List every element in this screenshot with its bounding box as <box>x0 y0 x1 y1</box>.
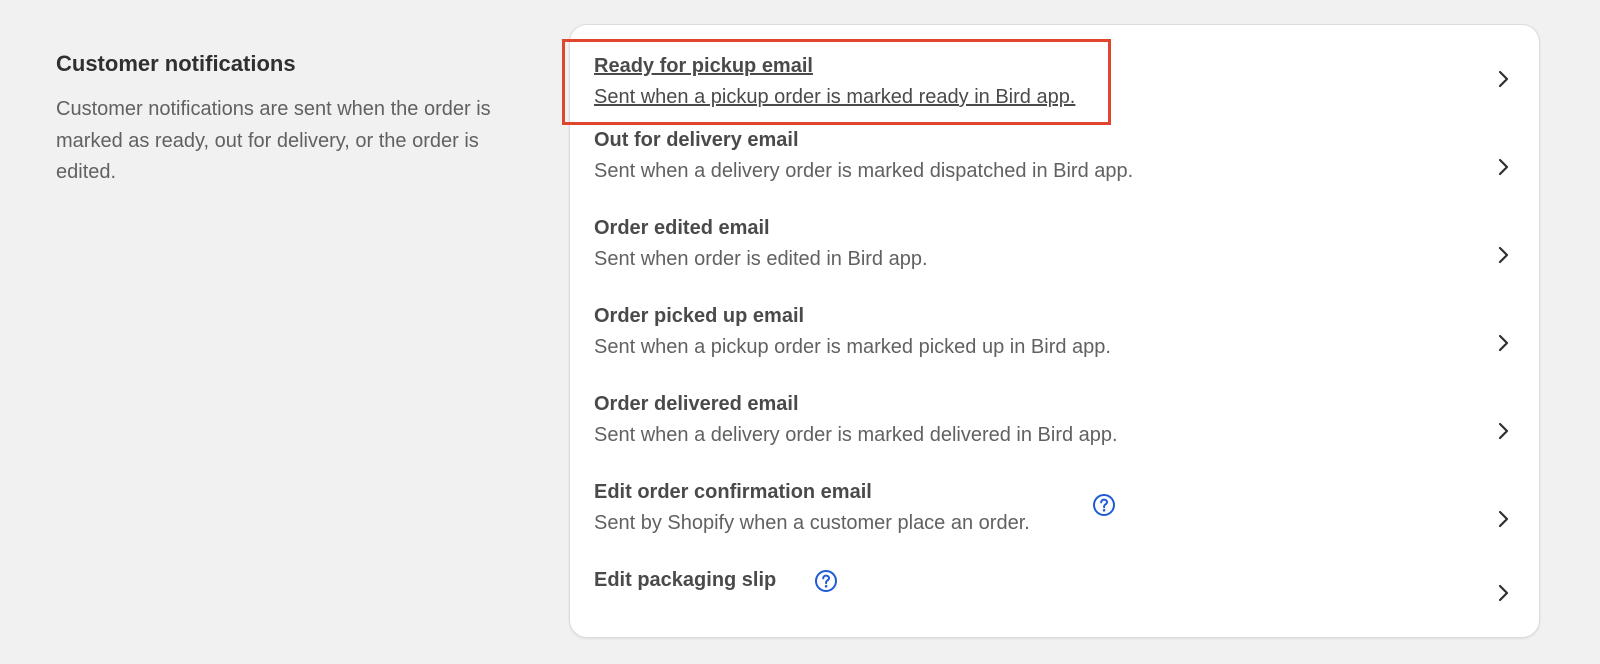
chevron-right-icon[interactable] <box>1495 510 1511 528</box>
notification-description: Sent by Shopify when a customer place an… <box>594 512 1030 534</box>
chevron-right-icon[interactable] <box>1495 158 1511 176</box>
notification-title: Edit packaging slip <box>594 569 777 591</box>
notification-title[interactable]: Ready for pickup email <box>594 53 1075 79</box>
chevron-right-icon[interactable] <box>1495 70 1511 88</box>
notification-title: Order delivered email <box>594 393 799 415</box>
notification-row-out-for-delivery[interactable]: Out for delivery email Sent when a deliv… <box>570 113 1539 201</box>
notification-row-order-edited[interactable]: Order edited email Sent when order is ed… <box>570 201 1539 289</box>
notification-row-order-delivered[interactable]: Order delivered email Sent when a delive… <box>570 377 1539 465</box>
chevron-right-icon[interactable] <box>1495 246 1511 264</box>
notification-title: Edit order confirmation email <box>594 481 872 503</box>
notification-description[interactable]: Sent when a pickup order is marked ready… <box>594 84 1075 110</box>
notification-row-ready-for-pickup[interactable]: Ready for pickup email Sent when a picku… <box>570 25 1539 113</box>
notification-title: Out for delivery email <box>594 129 799 151</box>
notification-title: Order picked up email <box>594 305 805 327</box>
question-circle-icon[interactable] <box>814 569 838 593</box>
notifications-card: Ready for pickup email Sent when a picku… <box>562 24 1540 639</box>
question-circle-icon[interactable] <box>1092 493 1116 517</box>
section-title: Customer notifications <box>56 51 296 76</box>
chevron-right-icon[interactable] <box>1495 334 1511 352</box>
notification-row-edit-order-confirmation[interactable]: Edit order confirmation email Sent by Sh… <box>570 465 1539 553</box>
notification-description: Sent when a delivery order is marked del… <box>594 424 1118 446</box>
notification-description: Sent when a delivery order is marked dis… <box>594 160 1134 182</box>
notification-description: Sent when order is edited in Bird app. <box>594 248 928 270</box>
chevron-right-icon[interactable] <box>1495 584 1511 602</box>
section-description: Customer notifications are sent when the… <box>56 98 491 183</box>
section-header: Customer notifications Customer notifica… <box>56 50 526 189</box>
notification-row-order-picked-up[interactable]: Order picked up email Sent when a pickup… <box>570 289 1539 377</box>
notification-row-edit-packaging-slip[interactable]: Edit packaging slip <box>570 553 1539 639</box>
notification-description: Sent when a pickup order is marked picke… <box>594 336 1111 358</box>
notification-title: Order edited email <box>594 217 770 239</box>
chevron-right-icon[interactable] <box>1495 422 1511 440</box>
